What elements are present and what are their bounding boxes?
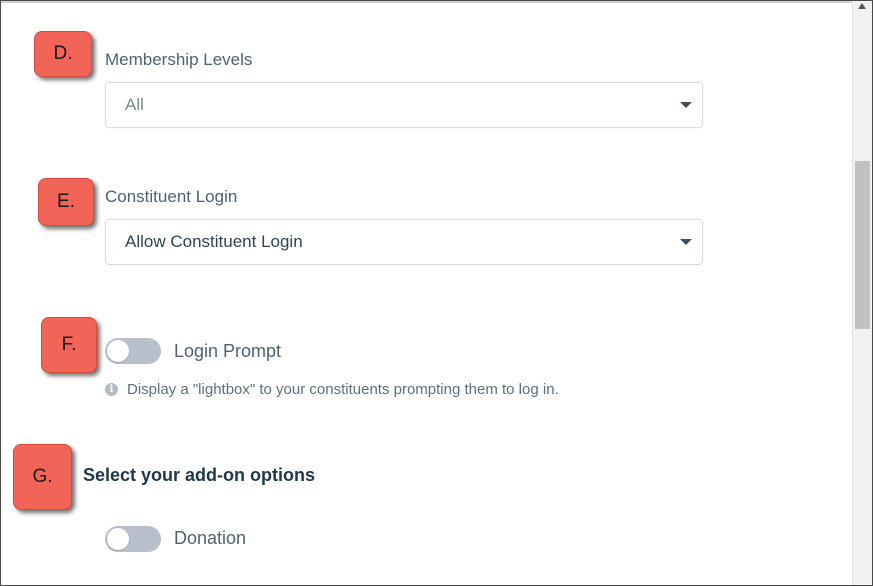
settings-panel: D. Membership Levels All E. Constituent … <box>0 0 873 586</box>
chevron-down-icon <box>680 102 692 108</box>
toggle-knob <box>107 528 129 550</box>
scroll-up-arrow-icon[interactable] <box>858 3 866 9</box>
donation-label: Donation <box>174 528 247 548</box>
scrollbar-thumb[interactable] <box>855 161 870 329</box>
login-prompt-hint: i Display a "lightbox" to your constitue… <box>105 381 559 398</box>
step-badge-g: G. <box>13 444 72 510</box>
chevron-down-icon <box>680 239 692 245</box>
info-icon: i <box>105 383 118 396</box>
step-badge-e: E. <box>38 178 94 226</box>
vertical-scrollbar[interactable] <box>852 1 872 585</box>
step-badge-f: F. <box>41 317 97 373</box>
membership-levels-value: All <box>125 95 144 114</box>
constituent-login-select[interactable]: Allow Constituent Login <box>105 219 703 265</box>
login-prompt-toggle[interactable] <box>105 338 161 364</box>
login-prompt-hint-text: Display a "lightbox" to your constituent… <box>127 381 559 398</box>
membership-levels-label: Membership Levels <box>105 50 253 69</box>
constituent-login-value: Allow Constituent Login <box>125 232 303 251</box>
constituent-login-label: Constituent Login <box>105 187 238 206</box>
addon-options-heading: Select your add-on options <box>83 465 316 485</box>
toggle-knob <box>107 340 129 362</box>
top-divider <box>1 1 853 3</box>
login-prompt-label: Login Prompt <box>174 341 282 361</box>
step-badge-d: D. <box>34 31 92 77</box>
donation-toggle[interactable] <box>105 526 161 552</box>
membership-levels-select[interactable]: All <box>105 82 703 128</box>
